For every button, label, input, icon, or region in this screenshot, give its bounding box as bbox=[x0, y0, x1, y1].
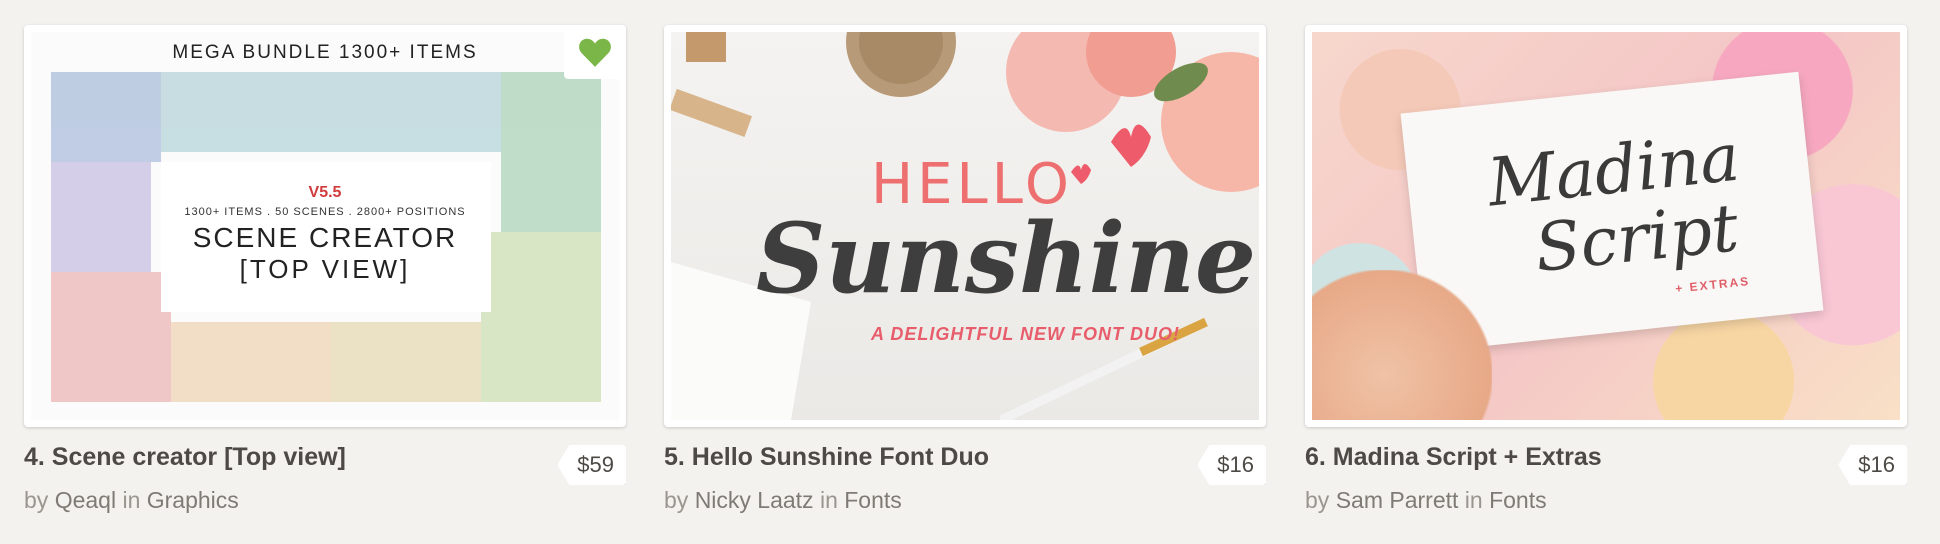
thumbnail-artwork: HELLO Sunshine A DELIGHTFUL NEW FONT DUO… bbox=[671, 32, 1259, 420]
thumbnail-artwork: MEGA BUNDLE 1300+ ITEMS V5.5 1300+ ITEMS… bbox=[31, 32, 619, 420]
product-thumbnail[interactable]: HELLO Sunshine A DELIGHTFUL NEW FONT DUO… bbox=[664, 25, 1266, 427]
author-link[interactable]: Qeaql bbox=[55, 487, 116, 513]
in-label: in bbox=[819, 487, 838, 513]
price-tag: $16 bbox=[1838, 445, 1907, 485]
thumbnail-artwork: Madina Script + EXTRAS bbox=[1312, 32, 1900, 420]
artwork-subline: 1300+ ITEMS . 50 SCENES . 2800+ POSITION… bbox=[184, 206, 466, 218]
scene-background: MEGA BUNDLE 1300+ ITEMS V5.5 1300+ ITEMS… bbox=[31, 32, 619, 420]
heart-icon bbox=[579, 38, 611, 67]
by-label: by bbox=[664, 487, 689, 513]
artwork-sunshine: Sunshine bbox=[756, 202, 1257, 315]
hand-illustration bbox=[1312, 270, 1492, 420]
product-byline: by Qeaql in Graphics bbox=[24, 487, 239, 514]
category-link[interactable]: Fonts bbox=[1489, 487, 1547, 513]
artwork-tagline: A DELIGHTFUL NEW FONT DUO! bbox=[871, 324, 1180, 344]
author-link[interactable]: Sam Parrett bbox=[1336, 487, 1459, 513]
product-card: MEGA BUNDLE 1300+ ITEMS V5.5 1300+ ITEMS… bbox=[24, 25, 626, 513]
product-thumbnail[interactable]: Madina Script + EXTRAS bbox=[1305, 25, 1907, 427]
product-card: HELLO Sunshine A DELIGHTFUL NEW FONT DUO… bbox=[664, 25, 1266, 513]
by-label: by bbox=[24, 487, 49, 513]
artwork-version: V5.5 bbox=[308, 184, 342, 201]
in-label: in bbox=[122, 487, 141, 513]
product-title[interactable]: 4. Scene creator [Top view] bbox=[24, 443, 346, 472]
product-byline: by Nicky Laatz in Fonts bbox=[664, 487, 902, 514]
price-tag: $59 bbox=[557, 445, 626, 485]
artwork-banner: MEGA BUNDLE 1300+ ITEMS bbox=[172, 42, 478, 63]
in-label: in bbox=[1464, 487, 1483, 513]
product-title[interactable]: 6. Madina Script + Extras bbox=[1305, 443, 1602, 472]
product-card: Madina Script + EXTRAS 6. Madina Script … bbox=[1305, 25, 1907, 513]
artwork-extras: + EXTRAS bbox=[1674, 273, 1751, 296]
product-title[interactable]: 5. Hello Sunshine Font Duo bbox=[664, 443, 989, 472]
favorite-button[interactable] bbox=[564, 25, 626, 79]
product-grid: MEGA BUNDLE 1300+ ITEMS V5.5 1300+ ITEMS… bbox=[0, 0, 1940, 544]
category-link[interactable]: Fonts bbox=[844, 487, 902, 513]
by-label: by bbox=[1305, 487, 1330, 513]
product-byline: by Sam Parrett in Fonts bbox=[1305, 487, 1547, 514]
category-link[interactable]: Graphics bbox=[147, 487, 239, 513]
artwork-heading: SCENE CREATOR bbox=[192, 222, 458, 253]
artwork-subheading: [TOP VIEW] bbox=[239, 254, 411, 284]
sunshine-background: HELLO Sunshine A DELIGHTFUL NEW FONT DUO… bbox=[671, 32, 1259, 420]
price-tag: $16 bbox=[1197, 445, 1266, 485]
product-thumbnail[interactable]: MEGA BUNDLE 1300+ ITEMS V5.5 1300+ ITEMS… bbox=[24, 25, 626, 427]
author-link[interactable]: Nicky Laatz bbox=[695, 487, 814, 513]
